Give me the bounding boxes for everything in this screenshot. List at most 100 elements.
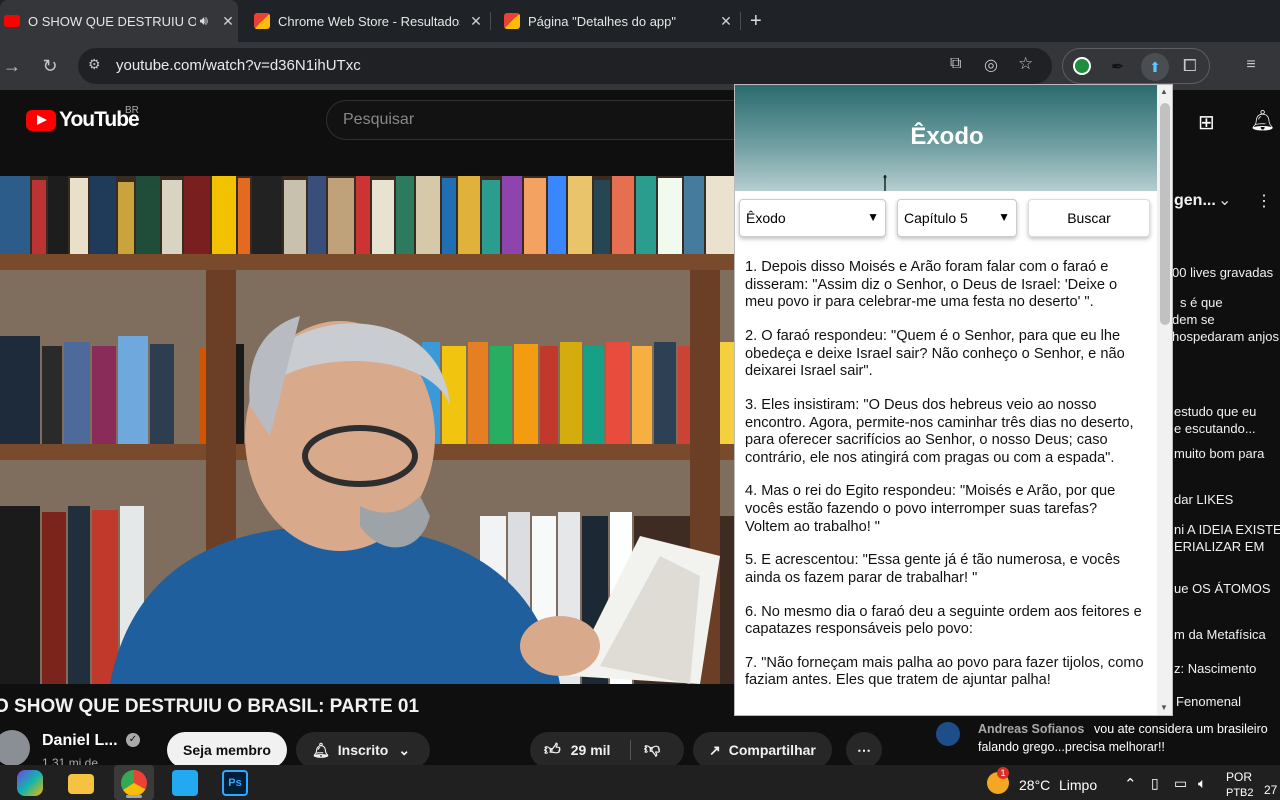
- chevron-down-icon: ▼: [998, 210, 1010, 224]
- chapter-select-value: Capítulo 5: [904, 210, 968, 226]
- scrollbar-thumb[interactable]: [1160, 103, 1170, 325]
- chat-fragment: ni A IDEIA EXISTE: [1174, 522, 1280, 537]
- book-select[interactable]: Êxodo ▼: [739, 199, 886, 237]
- like-dislike-group: 👍︎ 29 mil 👎︎: [530, 732, 684, 768]
- verse-text: 1. Depois disso Moisés e Arão foram fala…: [745, 259, 1118, 311]
- verse-text: 5. E acrescentou: "Essa gente já é tão n…: [745, 552, 1121, 587]
- video-player[interactable]: [0, 176, 734, 684]
- extensions-group: ✒ ⬆ ⧠: [1062, 48, 1210, 84]
- notifications-bell-icon[interactable]: 🔔︎: [1250, 108, 1275, 133]
- language-top[interactable]: POR: [1226, 770, 1252, 784]
- more-options-icon[interactable]: ⋮: [1256, 191, 1272, 211]
- verse-text: 4. Mas o rei do Egito respondeu: "Moisés…: [745, 483, 1116, 535]
- chat-fragment: dem se: [1172, 312, 1215, 327]
- share-label: Compartilhar: [728, 742, 816, 758]
- popup-scrollbar[interactable]: ▲ ▼: [1157, 85, 1172, 715]
- channel-name[interactable]: Daniel L...: [42, 732, 118, 750]
- verse-text: 2. O faraó respondeu: "Quem é o Senhor, …: [745, 327, 1125, 380]
- popup-title: Êxodo: [910, 123, 984, 150]
- youtube-logo[interactable]: YouTube BR: [26, 105, 140, 132]
- chat-fragment: estudo que eu: [1174, 404, 1257, 419]
- chat-message: Andreas Sofianos vou ate considera um br…: [910, 716, 1280, 765]
- like-count[interactable]: 29 mil: [571, 742, 611, 758]
- clock-partial[interactable]: 27: [1264, 783, 1277, 797]
- battery-icon[interactable]: ▯: [1151, 775, 1159, 792]
- tab-youtube[interactable]: O SHOW QUE DESTRUIU O BRASIL 🔊︎ ✕: [0, 0, 238, 42]
- scroll-down-icon[interactable]: ▼: [1160, 703, 1168, 712]
- youtube-favicon-icon: [4, 15, 20, 27]
- tab-separator: [490, 12, 491, 30]
- chevron-down-icon[interactable]: ⌄: [1218, 190, 1231, 210]
- close-tab-icon[interactable]: ✕: [716, 13, 736, 30]
- tab-app-details[interactable]: Página "Detalhes do app" ✕: [496, 0, 736, 42]
- scroll-up-icon[interactable]: ▲: [1160, 87, 1168, 96]
- verse-text: 7. "Não forneçam mais palha ao povo para…: [745, 654, 1144, 689]
- photoshop-icon[interactable]: Ps: [222, 770, 248, 796]
- create-video-icon[interactable]: ⊞: [1198, 110, 1215, 135]
- subscribed-button[interactable]: 🔔︎ Inscrito ⌄: [296, 732, 430, 768]
- chat-filter-label[interactable]: gen...: [1174, 192, 1216, 210]
- join-button[interactable]: Seja membro: [167, 732, 287, 768]
- tab-title: O SHOW QUE DESTRUIU O BRASIL: [28, 13, 196, 29]
- tab-title: Chrome Web Store - Resultados: [278, 13, 460, 29]
- install-app-icon[interactable]: ⧉: [950, 55, 961, 73]
- green-extension-icon[interactable]: [1073, 57, 1091, 75]
- language-bottom[interactable]: PTB2: [1226, 787, 1254, 799]
- volume-icon[interactable]: 🔈︎: [1198, 775, 1206, 792]
- chat-fragment: e escutando...: [1174, 421, 1256, 436]
- forward-icon[interactable]: →: [0, 54, 24, 78]
- web-store-favicon-icon: [254, 13, 270, 29]
- chapter-select[interactable]: Capítulo 5 ▼: [897, 199, 1017, 237]
- tab-strip: O SHOW QUE DESTRUIU O BRASIL 🔊︎ ✕ Chrome…: [0, 0, 1280, 42]
- reload-icon[interactable]: ↻: [38, 54, 62, 78]
- weather-desc[interactable]: Limpo: [1059, 777, 1097, 793]
- search-input[interactable]: Pesquisar: [326, 100, 746, 140]
- channel-avatar[interactable]: [0, 730, 30, 766]
- chevron-up-icon[interactable]: ⌃: [1124, 775, 1137, 793]
- new-tab-icon[interactable]: +: [750, 10, 762, 33]
- chat-fragment: ERIALIZAR EM: [1174, 539, 1265, 554]
- like-icon[interactable]: 👍︎: [544, 741, 561, 760]
- books-row-top: [0, 176, 734, 254]
- tab-chrome-web-store[interactable]: Chrome Web Store - Resultados ✕: [246, 0, 486, 42]
- close-tab-icon[interactable]: ✕: [466, 13, 486, 30]
- site-info-icon[interactable]: ⚙: [88, 56, 101, 73]
- reading-list-icon[interactable]: ≡: [1240, 54, 1262, 76]
- popup-header: Êxodo: [735, 85, 1159, 191]
- chat-message-line: falando grego...precisa melhorar!!: [978, 740, 1165, 754]
- dislike-icon[interactable]: 👎︎: [644, 740, 660, 759]
- file-explorer-icon[interactable]: [68, 774, 94, 794]
- video-title: O SHOW QUE DESTRUIU O BRASIL: PARTE 01: [0, 696, 420, 717]
- eye-off-icon[interactable]: ◎: [984, 55, 998, 75]
- bookmark-star-icon[interactable]: ☆: [1018, 54, 1033, 74]
- copilot-icon[interactable]: [17, 770, 43, 796]
- verses-list: 1. Depois disso Moisés e Arão foram fala…: [745, 259, 1145, 706]
- speaker-icon[interactable]: 🔊︎: [200, 13, 208, 29]
- tab-separator: [740, 12, 741, 30]
- share-button[interactable]: ↗ Compartilhar: [693, 732, 832, 768]
- chat-fragment: m da Metafísica: [1174, 627, 1266, 642]
- chat-avatar: [936, 722, 960, 746]
- search-button[interactable]: Buscar: [1028, 199, 1150, 237]
- more-actions-icon[interactable]: ⋯: [846, 732, 882, 768]
- close-tab-icon[interactable]: ✕: [218, 13, 238, 30]
- book-select-value: Êxodo: [746, 210, 786, 226]
- address-bar[interactable]: ⚙ youtube.com/watch?v=d36N1ihUTxc ⧉ ◎ ☆: [78, 48, 1052, 84]
- verse-text: 3. Eles insistiram: "O Deus dos hebreus …: [745, 396, 1134, 466]
- weather-temp[interactable]: 28°C: [1019, 777, 1050, 793]
- youtube-play-icon: [26, 109, 56, 131]
- chat-author: Andreas Sofianos: [978, 722, 1085, 736]
- network-icon[interactable]: ▭: [1174, 775, 1187, 792]
- chat-fragment: Fenomenal: [1176, 694, 1242, 709]
- tab-title: Página "Detalhes do app": [528, 13, 677, 29]
- channel-row: Daniel L... ✓ 1,31 mi de Seja membro 🔔︎ …: [0, 730, 910, 770]
- chat-fragment: ue OS ÁTOMOS: [1174, 581, 1271, 596]
- browser-toolbar: → ↻ ⚙ youtube.com/watch?v=d36N1ihUTxc ⧉ …: [0, 42, 1280, 90]
- bible-extension-icon[interactable]: ⬆: [1141, 53, 1169, 81]
- bell-icon: 🔔︎: [312, 741, 330, 758]
- vscode-icon[interactable]: [172, 770, 198, 796]
- web-store-favicon-icon: [504, 13, 520, 29]
- chat-fragment: dar LIKES: [1174, 492, 1234, 507]
- pen-extension-icon[interactable]: ✒: [1111, 57, 1124, 77]
- puzzle-extensions-icon[interactable]: ⧠: [1183, 56, 1197, 76]
